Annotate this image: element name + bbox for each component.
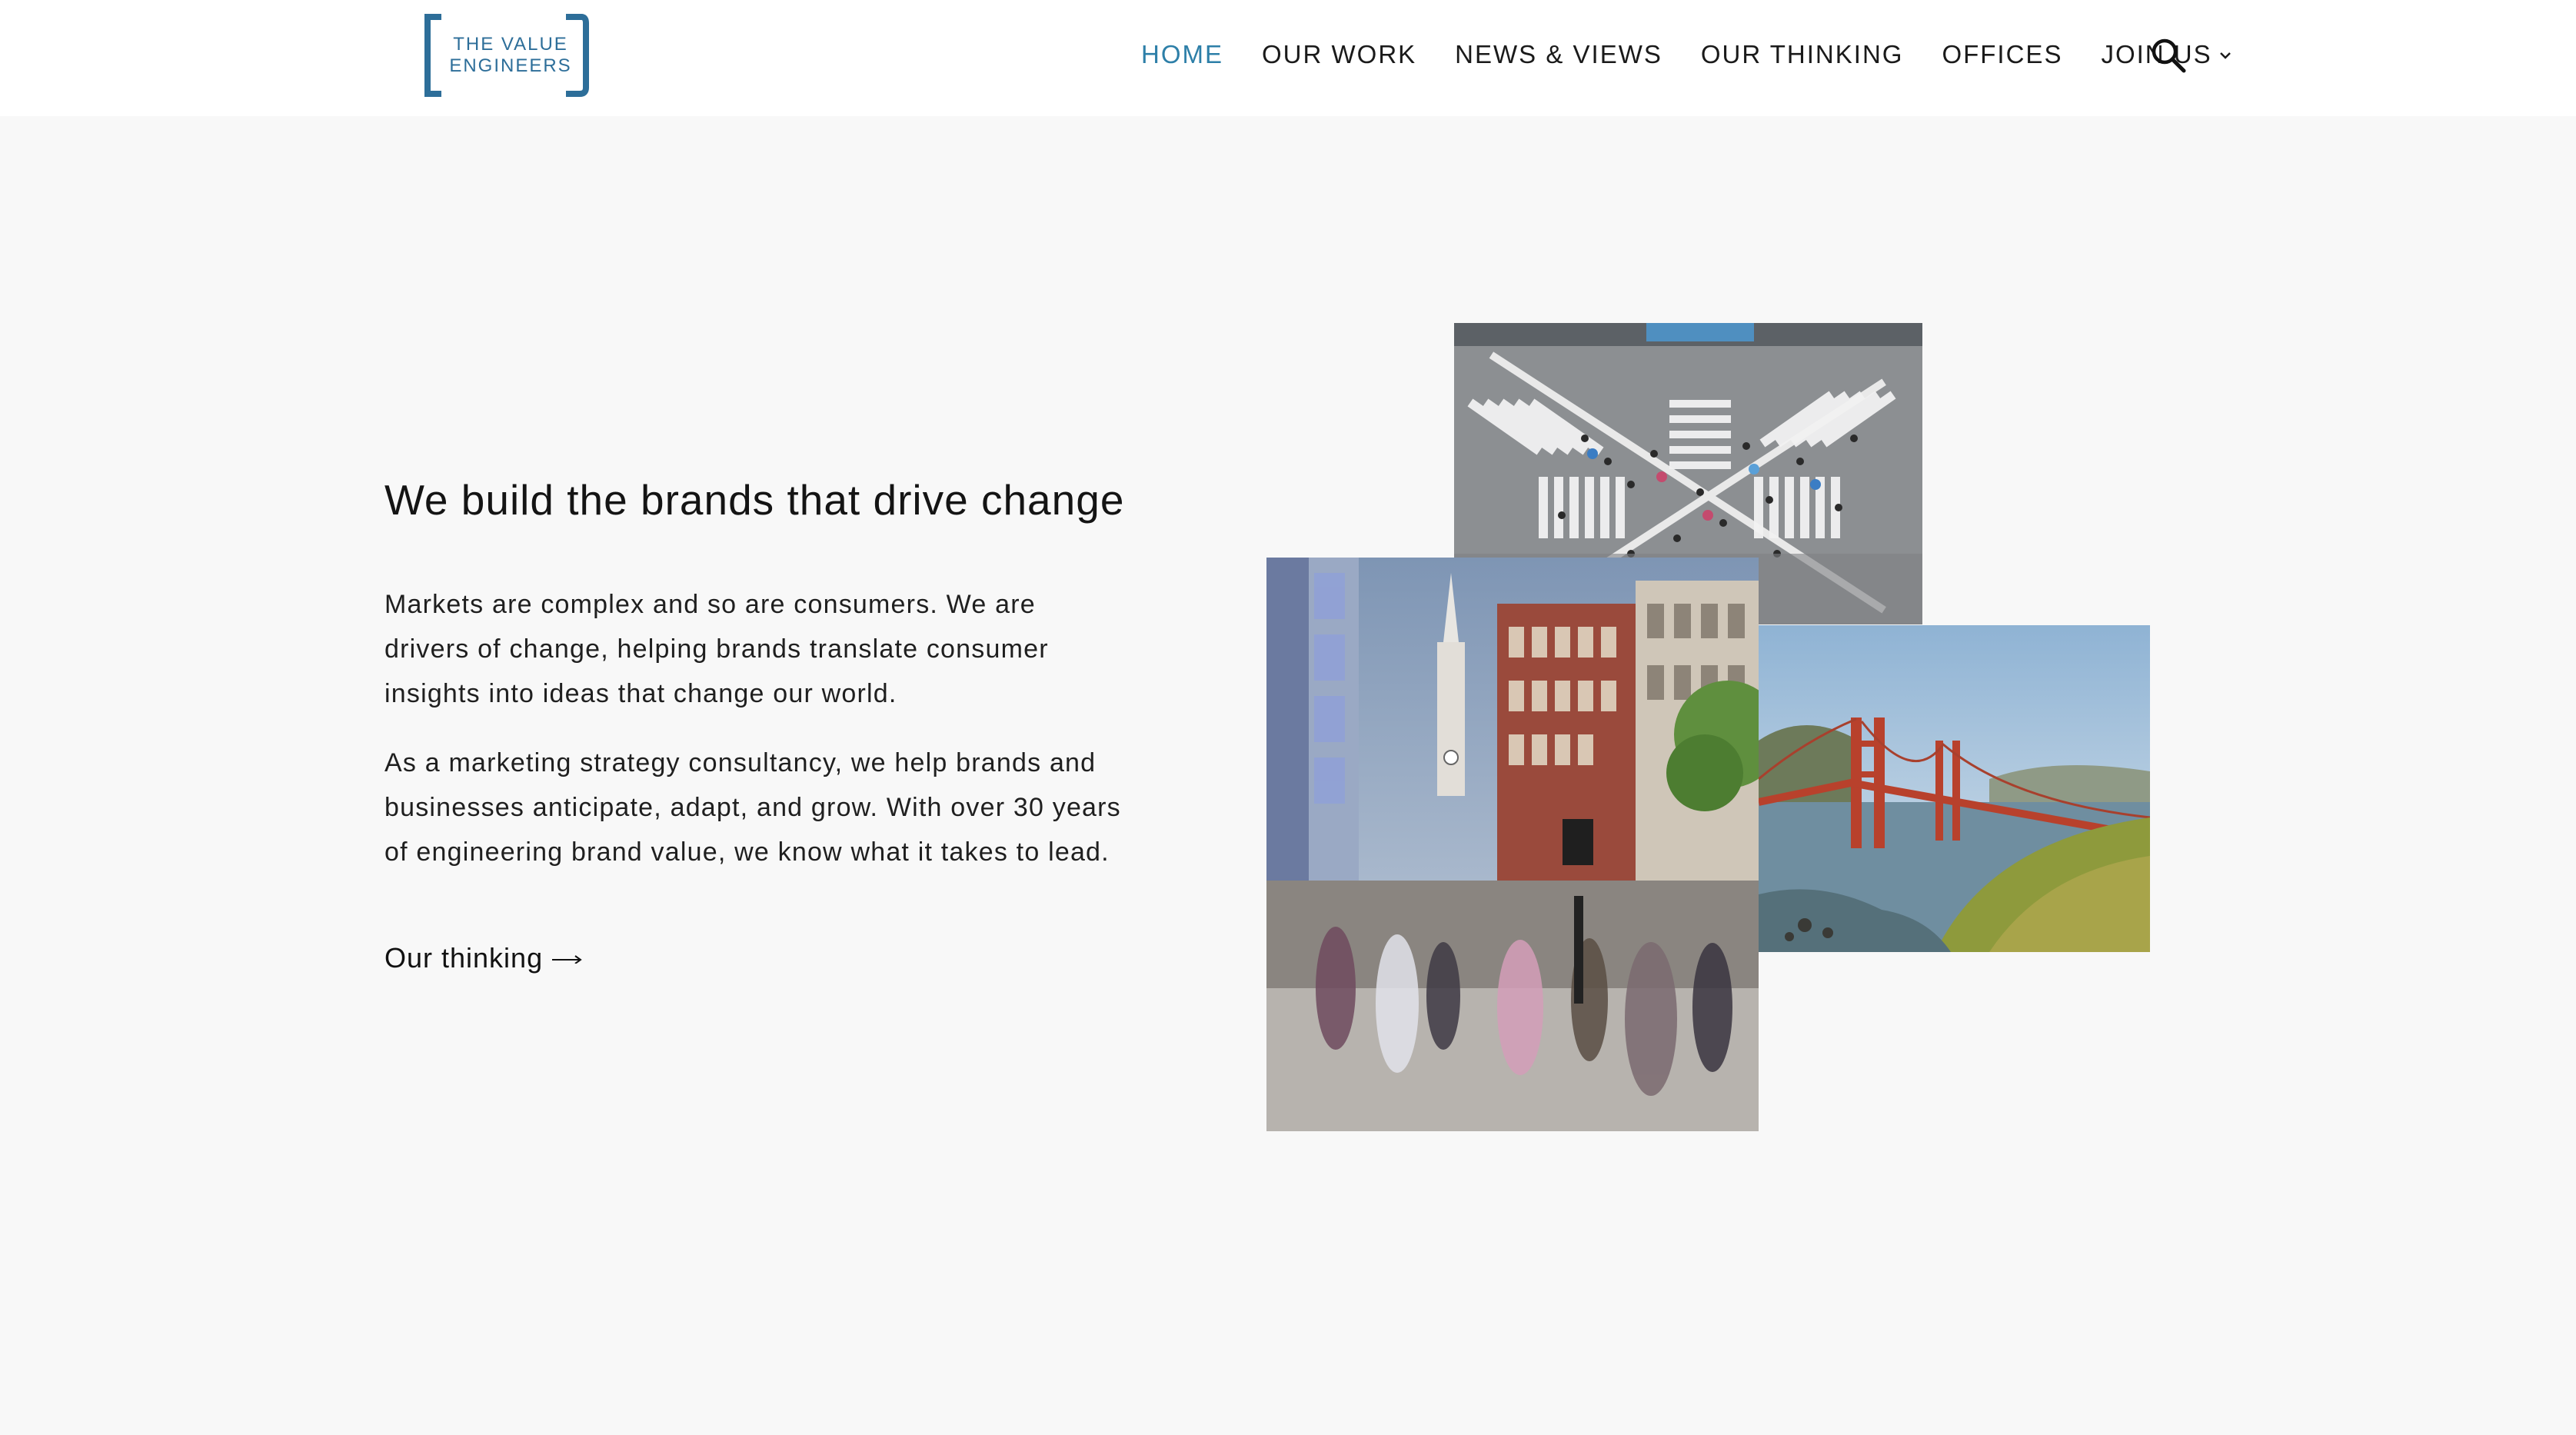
hero-paragraph-1: Markets are complex and so are consumers… (384, 590, 1049, 708)
chevron-down-icon (2219, 52, 2231, 59)
nav-our-thinking[interactable]: OUR THINKING (1701, 40, 1904, 69)
nav-home[interactable]: HOME (1141, 40, 1223, 69)
hero-title: We build the brands that drive change (384, 476, 1125, 524)
nav-our-work[interactable]: OUR WORK (1262, 40, 1416, 69)
logo-text: THE VALUE ENGINEERS (449, 34, 572, 77)
london-street-image (1266, 558, 1759, 1131)
our-thinking-link[interactable]: Our thinking (384, 942, 583, 974)
nav-news-views-label: NEWS & VIEWS (1455, 40, 1662, 68)
search-button[interactable] (2150, 37, 2187, 74)
nav-offices[interactable]: OFFICES (1942, 40, 2062, 69)
golden-gate-image (1759, 625, 2150, 952)
our-thinking-label: Our thinking (384, 942, 544, 974)
logo-line-2: ENGINEERS (449, 55, 572, 76)
search-icon (2152, 38, 2186, 73)
nav-offices-label: OFFICES (1942, 40, 2063, 68)
arrow-right-icon (552, 955, 582, 964)
site-header: THE VALUE ENGINEERS HOME OUR WORK NEWS &… (0, 0, 2576, 116)
nav-our-work-label: OUR WORK (1262, 40, 1417, 68)
logo-line-1: THE VALUE (453, 34, 568, 55)
main-nav: HOME OUR WORK NEWS & VIEWS OUR THINKING … (1141, 35, 2271, 74)
hero-paragraph-2: As a marketing strategy consultancy, we … (384, 748, 1121, 867)
nav-our-thinking-label: OUR THINKING (1700, 40, 1904, 68)
nav-news-views[interactable]: NEWS & VIEWS (1455, 40, 1662, 69)
nav-home-label: HOME (1141, 40, 1223, 68)
site-logo[interactable]: THE VALUE ENGINEERS (423, 14, 591, 97)
